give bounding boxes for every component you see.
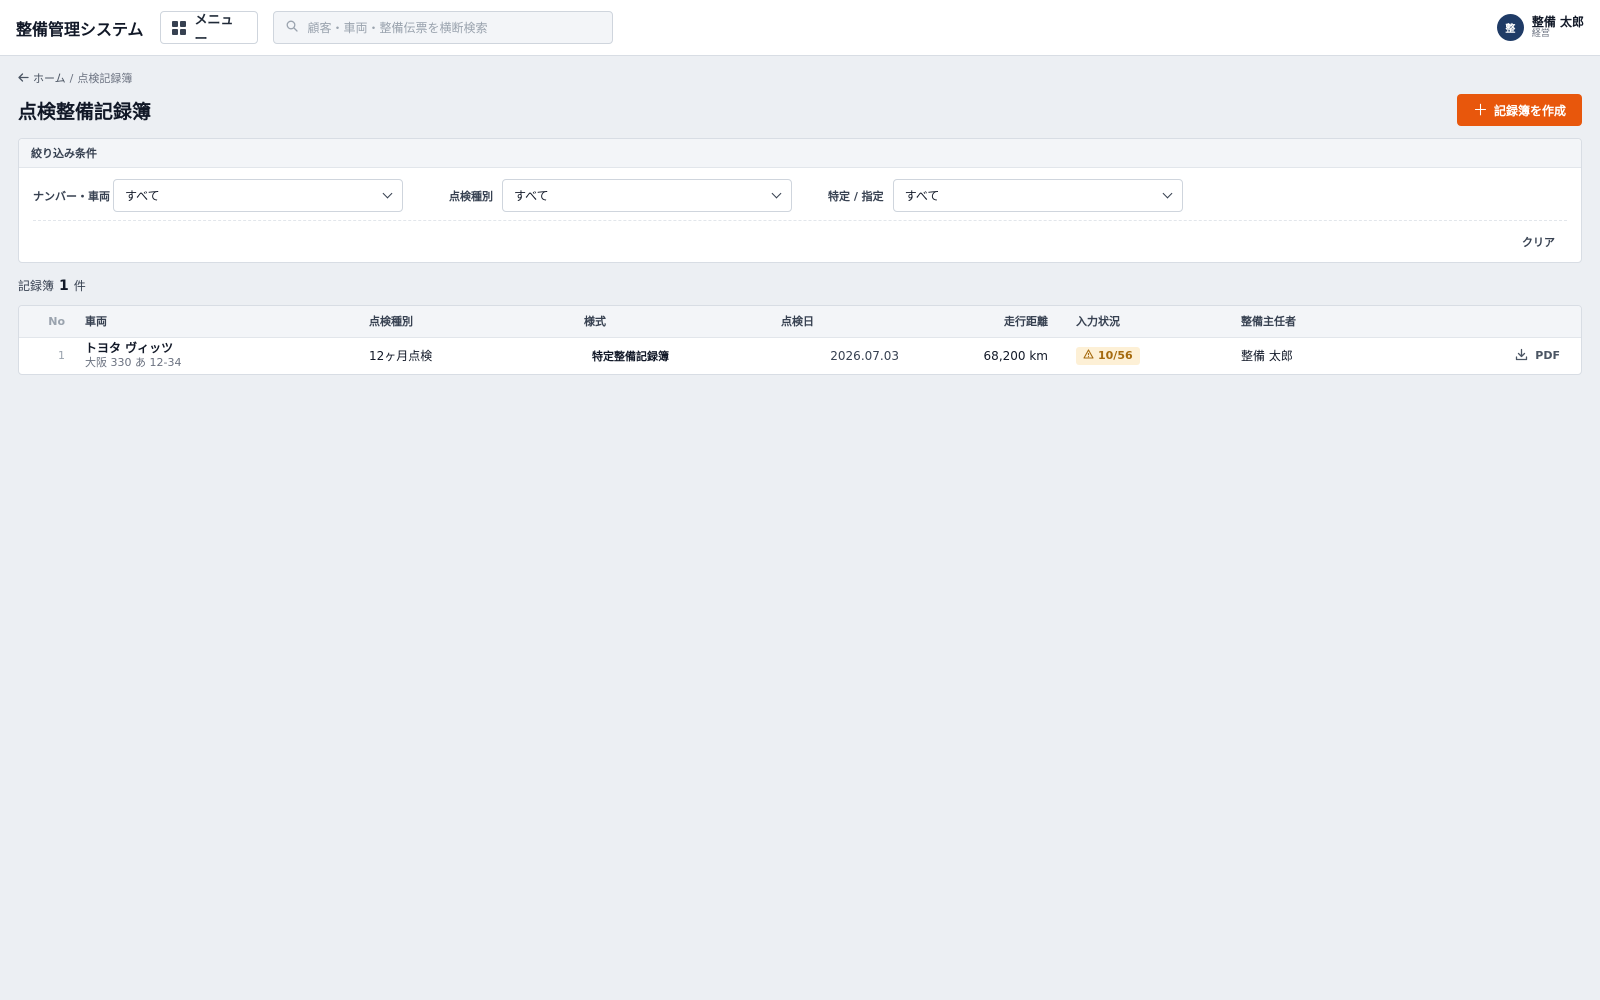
input-status-value: 10/56 — [1098, 349, 1133, 363]
warning-icon — [1083, 349, 1094, 362]
download-icon — [1515, 348, 1528, 364]
search-input[interactable] — [307, 20, 598, 35]
page-title: 点検整備記録簿 — [18, 100, 152, 123]
filter-value-designation: すべて — [904, 189, 940, 203]
filter-select-inspection-type[interactable]: すべて — [502, 179, 792, 212]
col-header-inspection-type: 点検種別 — [369, 315, 413, 329]
clear-filters-button[interactable]: クリア — [1522, 234, 1555, 250]
filter-value-vehicle: すべて — [125, 189, 160, 203]
filter-label-vehicle: ナンバー・車両 — [33, 189, 110, 203]
filter-label-inspection-type: 点検種別 — [449, 189, 493, 203]
chevron-down-icon — [382, 188, 393, 199]
pdf-label: PDF — [1535, 349, 1560, 363]
col-header-input-status: 入力状況 — [1076, 315, 1120, 329]
search-icon — [286, 20, 298, 35]
chevron-down-icon — [771, 188, 782, 199]
create-record-label: 記録簿を作成 — [1494, 103, 1567, 118]
create-record-button[interactable]: ＋ 記録簿を作成 — [1457, 94, 1582, 126]
main-content: ホーム / 点検記録簿 点検整備記録簿 ＋ 記録簿を作成 絞り込み条件 ナンバー… — [0, 56, 1600, 389]
col-header-date: 点検日 — [781, 315, 814, 329]
title-row: 点検整備記録簿 ＋ 記録簿を作成 — [18, 94, 1582, 126]
col-header-chief: 整備主任者 — [1241, 315, 1296, 329]
filter-label-designation: 特定 / 指定 — [828, 189, 884, 203]
inspection-type: 12ヶ月点検 — [369, 349, 433, 364]
breadcrumb: ホーム / 点検記録簿 — [18, 70, 1582, 86]
user-name: 整備 太郎 — [1531, 15, 1584, 29]
breadcrumb-current: 点検記録簿 — [77, 72, 133, 85]
row-no: 1 — [58, 349, 65, 363]
top-bar: 整備管理システム メニュー 整 整備 太郎 経営 — [0, 0, 1600, 56]
table-header-row: No 車両 点検種別 様式 点検日 走行距離 入力状況 整備主任者 — [19, 306, 1581, 337]
filter-heading: 絞り込み条件 — [19, 139, 1581, 168]
filter-panel: 絞り込み条件 ナンバー・車両 すべて 点検種別 すべて 特定 / 指定 すべて — [18, 138, 1582, 263]
count-suffix: 件 — [73, 279, 86, 293]
col-header-vehicle: 車両 — [85, 315, 107, 329]
app-title: 整備管理システム — [16, 19, 144, 39]
inspection-date: 2026.07.03 — [830, 348, 899, 363]
plus-icon: ＋ — [1472, 100, 1488, 119]
chevron-down-icon — [1162, 188, 1173, 199]
vehicle-name[interactable]: トヨタ ヴィッツ — [85, 341, 353, 356]
table-row[interactable]: 1 トヨタ ヴィッツ 大阪 330 あ 12-34 12ヶ月点検 特定整備記録簿… — [19, 337, 1581, 374]
form-badge: 特定整備記録簿 — [592, 349, 669, 363]
input-status-badge: 10/56 — [1076, 346, 1140, 365]
menu-label: メニュー — [194, 12, 234, 47]
filter-select-designation[interactable]: すべて — [892, 179, 1183, 212]
col-header-mileage: 走行距離 — [1004, 315, 1048, 329]
col-header-no: No — [48, 314, 65, 328]
mileage: 68,200 km — [983, 348, 1048, 363]
filter-value-inspection-type: すべて — [514, 189, 549, 203]
chief-name: 整備 太郎 — [1241, 349, 1293, 364]
pdf-download-button[interactable]: PDF — [1515, 348, 1560, 364]
count-prefix: 記録簿 — [18, 279, 55, 293]
record-count: 記録簿 1 件 — [18, 277, 1582, 295]
back-arrow-icon[interactable] — [18, 72, 29, 85]
breadcrumb-separator: / — [69, 71, 74, 85]
user-menu[interactable]: 整 整備 太郎 経営 — [1496, 14, 1584, 41]
menu-button[interactable]: メニュー — [159, 11, 258, 47]
col-header-actions — [1423, 306, 1581, 337]
records-table: No 車両 点検種別 様式 点検日 走行距離 入力状況 整備主任者 1 トヨタ … — [18, 305, 1582, 375]
avatar: 整 — [1496, 14, 1524, 41]
user-role: 経営 — [1531, 29, 1550, 39]
count-number: 1 — [59, 278, 69, 294]
col-header-form: 様式 — [584, 315, 606, 329]
breadcrumb-home[interactable]: ホーム — [33, 70, 66, 86]
grid-icon — [171, 20, 186, 35]
filter-select-vehicle[interactable]: すべて — [113, 179, 403, 212]
global-search[interactable] — [272, 11, 613, 44]
vehicle-plate: 大阪 330 あ 12-34 — [85, 356, 182, 370]
